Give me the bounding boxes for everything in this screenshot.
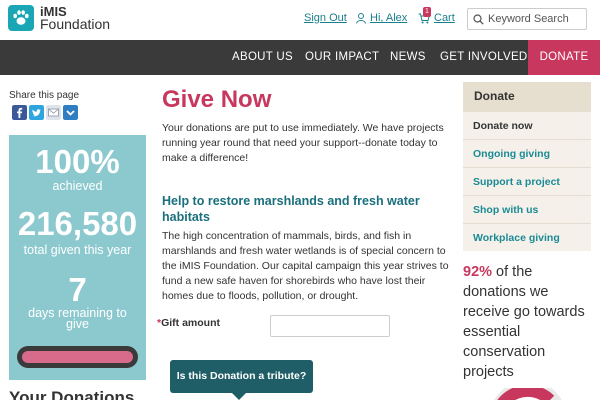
days-remaining: 7	[68, 271, 87, 308]
your-donations-heading: Your Donations	[9, 388, 135, 400]
user-icon	[356, 12, 366, 24]
total-given-label: total given this year	[23, 243, 132, 257]
donate-side-menu: Donate Donate now Ongoing giving Support…	[463, 82, 591, 251]
twitter-icon[interactable]	[29, 105, 44, 120]
project-description: The high concentration of mammals, birds…	[162, 230, 449, 302]
percent-achieved: 100%	[35, 143, 120, 180]
days-remaining-label: days remaining to give	[28, 306, 127, 331]
tribute-caret-icon	[232, 393, 246, 400]
nav-news[interactable]: NEWS	[390, 40, 426, 75]
side-item-shop-with-us[interactable]: Shop with us	[463, 195, 591, 223]
total-given: 216,580	[17, 205, 138, 242]
share-label: Share this page	[9, 90, 80, 101]
gift-amount-input[interactable]	[270, 315, 390, 337]
intro-text: Your donations are put to use immediatel…	[162, 122, 444, 164]
cart-count-badge: 1	[423, 7, 431, 17]
campaign-progress-panel: 100% achieved 216,580 total given this y…	[9, 135, 146, 380]
nav-donate[interactable]: DONATE	[528, 40, 600, 75]
email-icon[interactable]	[46, 105, 61, 120]
donation-use-text: of the donations we receive go towards e…	[463, 264, 585, 380]
page-title: Give Now	[162, 86, 272, 113]
main-nav: ABOUT US OUR IMPACT NEWS GET INVOLVED DO…	[0, 40, 600, 75]
sign-out-link[interactable]: Sign Out	[304, 12, 347, 24]
nav-get-involved[interactable]: GET INVOLVED	[440, 40, 528, 75]
side-item-workplace-giving[interactable]: Workplace giving	[463, 223, 591, 251]
nav-about-us[interactable]: ABOUT US	[232, 40, 293, 75]
gift-amount-label-text: Gift amount	[161, 317, 221, 329]
more-icon[interactable]	[63, 105, 78, 120]
side-menu-title: Donate	[463, 82, 591, 111]
side-item-support-project[interactable]: Support a project	[463, 167, 591, 195]
campaign-progress-fill	[22, 351, 133, 363]
facebook-icon[interactable]	[12, 105, 27, 120]
cart-label: Cart	[434, 12, 455, 24]
percent-achieved-label: achieved	[52, 179, 103, 193]
project-heading: Help to restore marshlands and fresh wat…	[162, 194, 420, 224]
campaign-progress-bar	[17, 346, 138, 368]
search-box[interactable]	[467, 8, 587, 30]
donation-use-percent: 92%	[463, 264, 493, 280]
side-item-donate-now[interactable]: Donate now	[463, 111, 591, 139]
search-input[interactable]	[488, 13, 583, 25]
tribute-button[interactable]: Is this Donation a tribute?	[170, 360, 313, 393]
search-icon[interactable]	[473, 13, 484, 25]
top-header: iMIS Foundation Sign Out Hi, Alex 1 Cart	[0, 0, 600, 40]
site-logo[interactable]: iMIS Foundation	[8, 5, 110, 31]
gift-amount-label: *Gift amount	[157, 317, 220, 329]
paw-logo-icon	[8, 5, 34, 31]
greeting-text: Hi, Alex	[370, 12, 408, 24]
donation-use-statement: 92% of the donations we receive go towar…	[463, 262, 593, 382]
donation-donut-chart	[494, 388, 562, 400]
cart-link[interactable]: 1 Cart	[418, 7, 455, 24]
account-link[interactable]: Hi, Alex	[356, 12, 407, 24]
side-item-ongoing-giving[interactable]: Ongoing giving	[463, 139, 591, 167]
logo-line-2: Foundation	[40, 16, 111, 32]
nav-our-impact[interactable]: OUR IMPACT	[305, 40, 379, 75]
share-icons	[12, 105, 78, 120]
